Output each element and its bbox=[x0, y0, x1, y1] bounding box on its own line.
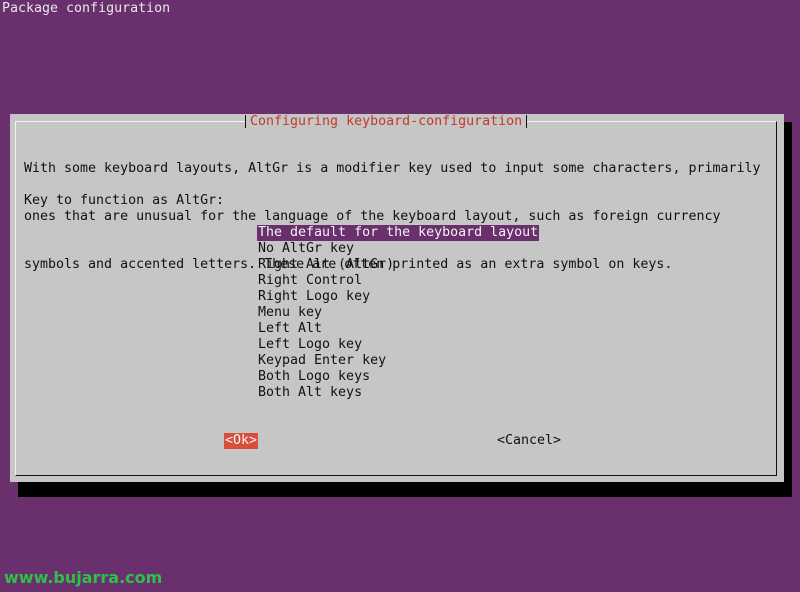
option-no-altgr[interactable]: No AltGr key bbox=[257, 241, 355, 256]
altgr-options-list: The default for the keyboard layout No A… bbox=[257, 225, 540, 401]
option-left-logo[interactable]: Left Logo key bbox=[257, 337, 363, 352]
option-menu-key[interactable]: Menu key bbox=[257, 305, 323, 320]
option-right-alt[interactable]: Right Alt (AltGr) bbox=[257, 257, 395, 272]
altgr-question: Key to function as AltGr: bbox=[24, 193, 225, 208]
option-right-control[interactable]: Right Control bbox=[257, 273, 363, 288]
cancel-button[interactable]: <Cancel> bbox=[496, 433, 562, 449]
option-default-layout[interactable]: The default for the keyboard layout bbox=[257, 225, 540, 241]
option-both-logo[interactable]: Both Logo keys bbox=[257, 369, 371, 384]
option-right-logo[interactable]: Right Logo key bbox=[257, 289, 371, 304]
prompt-line: ones that are unusual for the language o… bbox=[24, 209, 721, 224]
watermark: www.bujarra.com bbox=[4, 568, 163, 587]
dialog-title: Configuring keyboard-configuration bbox=[245, 114, 528, 130]
option-both-alt[interactable]: Both Alt keys bbox=[257, 385, 363, 400]
backtitle: Package configuration bbox=[2, 1, 171, 16]
option-keypad-enter[interactable]: Keypad Enter key bbox=[257, 353, 387, 368]
ok-button[interactable]: <Ok> bbox=[224, 433, 259, 449]
configuration-dialog: Configuring keyboard-configuration With … bbox=[10, 114, 784, 482]
option-left-alt[interactable]: Left Alt bbox=[257, 321, 323, 336]
prompt-line: With some keyboard layouts, AltGr is a m… bbox=[24, 161, 761, 176]
